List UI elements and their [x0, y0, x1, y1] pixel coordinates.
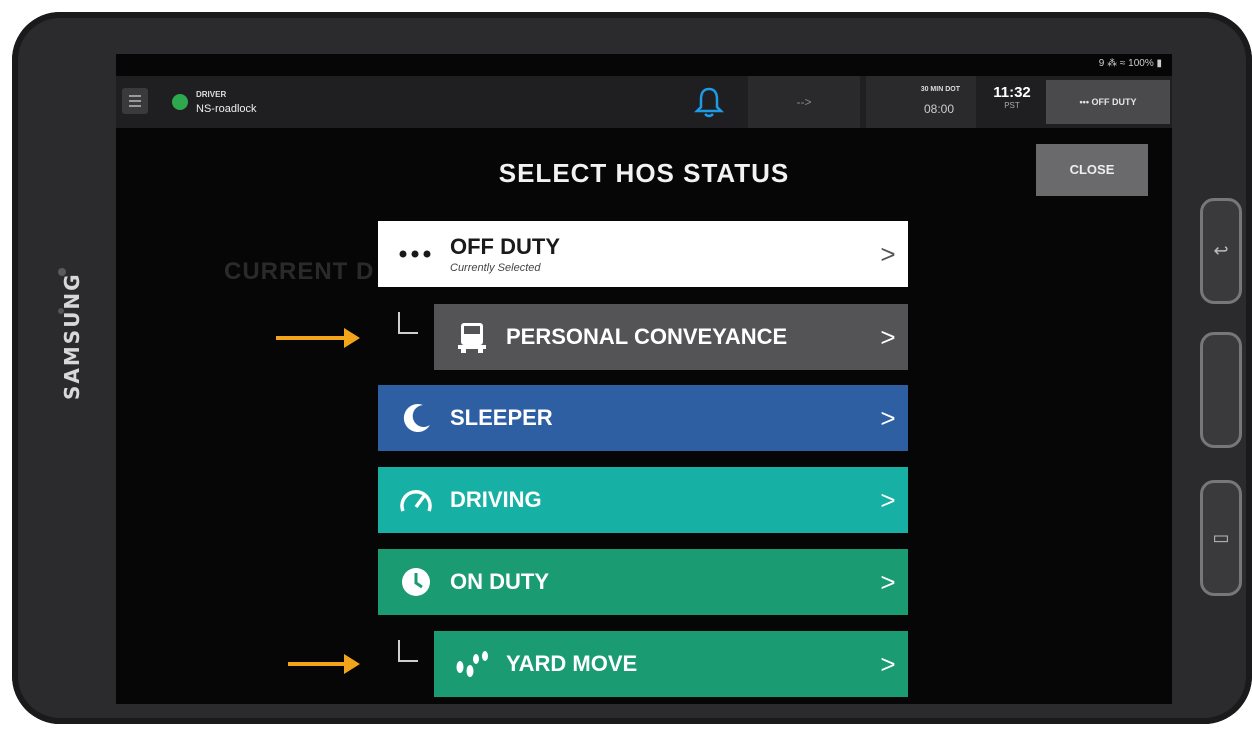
truck-icon: [448, 320, 496, 354]
system-status-text: 9 ⁂ ≈ 100% ▮: [1098, 58, 1162, 69]
driver-name: NS-roadlock: [196, 103, 257, 115]
sub-status-connector: [398, 640, 418, 662]
dot-timer-value: 08:00: [923, 102, 954, 116]
status-option-yard-move[interactable]: YARD MOVE >: [434, 631, 908, 697]
tablet-frame: SAMSUNG ↩ ▭ 9 ⁂ ≈ 100% ▮ DRIVER NS-roadl…: [12, 12, 1252, 724]
dot-timer-label: 30 MIN DOT: [920, 86, 960, 93]
screen: 9 ⁂ ≈ 100% ▮ DRIVER NS-roadlock --> 30 M…: [116, 54, 1172, 704]
status-option-label: OFF DUTY Currently Selected: [440, 234, 868, 274]
bell-icon[interactable]: [693, 86, 725, 120]
clock-icon: [392, 566, 440, 598]
status-option-title: OFF DUTY: [450, 234, 560, 259]
chevron-right-icon: >: [880, 648, 896, 679]
status-option-off-duty[interactable]: OFF DUTY Currently Selected >: [378, 221, 908, 287]
currently-selected-label: Currently Selected: [450, 262, 541, 274]
moon-icon: [392, 401, 440, 435]
chevron-right-icon: >: [880, 402, 896, 433]
dot-timer: 30 MIN DOT 08:00: [866, 76, 976, 128]
recent-icon: ▭: [1212, 527, 1230, 548]
chevron-right-icon: >: [880, 321, 896, 352]
chevron-right-icon: >: [880, 238, 896, 269]
footsteps-icon: [448, 649, 496, 679]
status-option-on-duty[interactable]: ON DUTY >: [378, 549, 908, 615]
status-option-sleeper[interactable]: SLEEPER >: [378, 385, 908, 451]
clock-time: 11:32: [993, 84, 1031, 101]
menu-button[interactable]: [122, 88, 148, 114]
chevron-right-icon: >: [880, 484, 896, 515]
back-button[interactable]: ↩: [1200, 198, 1242, 304]
clock-timezone: PST: [1004, 101, 1020, 110]
status-option-title: PERSONAL CONVEYANCE: [506, 324, 788, 349]
system-status-bar: 9 ⁂ ≈ 100% ▮: [116, 54, 1172, 74]
background-label: CURRENT D: [224, 258, 375, 285]
clock: 11:32 PST: [982, 84, 1042, 110]
back-icon: ↩: [1213, 240, 1229, 261]
status-option-title: DRIVING: [450, 487, 542, 512]
app-header: DRIVER NS-roadlock --> 30 MIN DOT 08:00 …: [116, 76, 1172, 128]
home-button[interactable]: [1200, 332, 1242, 448]
current-status-button[interactable]: ••• OFF DUTY: [1046, 80, 1170, 124]
status-option-driving[interactable]: DRIVING >: [378, 467, 908, 533]
cycle-indicator: -->: [748, 76, 860, 128]
speedometer-icon: [392, 485, 440, 515]
annotation-arrow: [288, 654, 360, 674]
annotation-arrow: [276, 328, 360, 348]
status-option-title: ON DUTY: [450, 569, 549, 594]
status-option-personal-conveyance[interactable]: PERSONAL CONVEYANCE >: [434, 304, 908, 370]
sub-status-connector: [398, 312, 418, 334]
status-option-title: YARD MOVE: [506, 651, 638, 676]
brand-logo: SAMSUNG: [60, 272, 84, 400]
recent-apps-button[interactable]: ▭: [1200, 480, 1242, 596]
modal-title: SELECT HOS STATUS: [498, 158, 790, 188]
connection-status-dot: [172, 94, 188, 110]
driver-label: DRIVER: [196, 90, 227, 99]
chevron-right-icon: >: [880, 566, 896, 597]
dots-icon: [392, 249, 440, 259]
close-button[interactable]: CLOSE: [1036, 144, 1148, 196]
status-option-title: SLEEPER: [450, 405, 553, 430]
